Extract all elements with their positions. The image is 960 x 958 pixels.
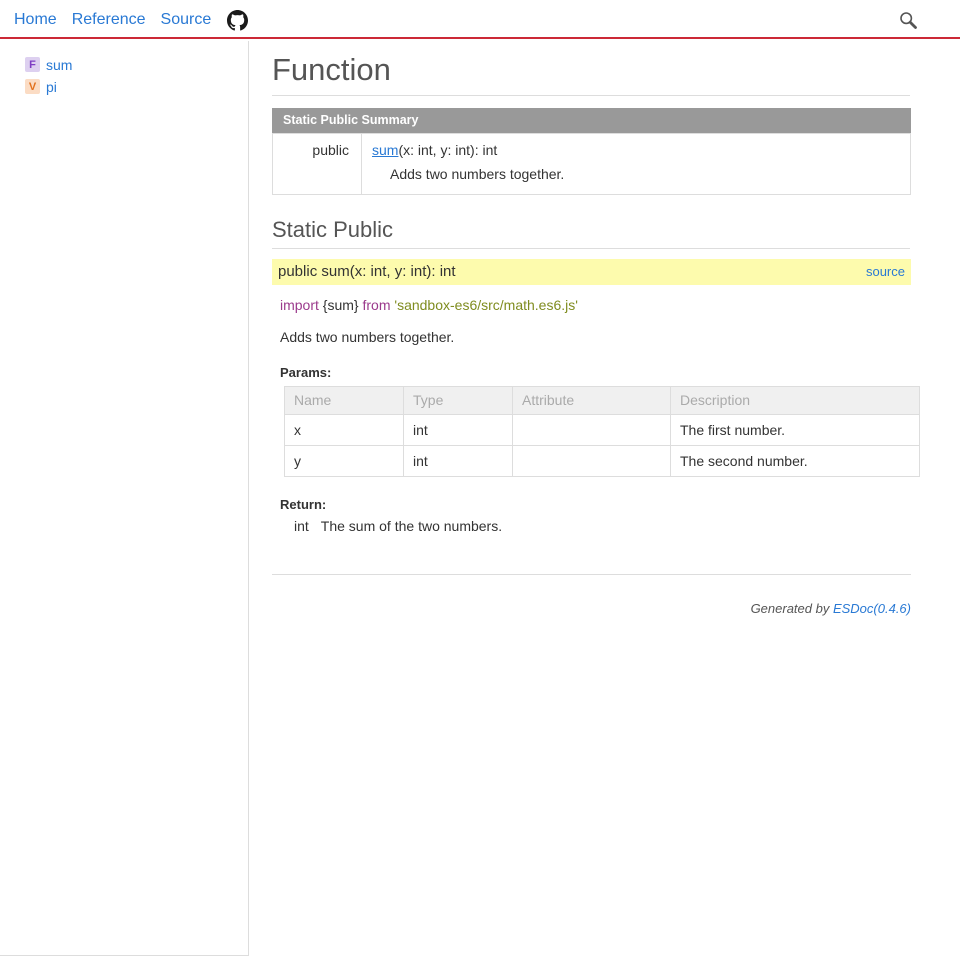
import-statement: import {sum} from 'sandbox-es6/src/math.… — [280, 297, 930, 313]
params-col-description: Description — [670, 386, 920, 415]
summary-signature-cell: sum(x: int, y: int): int Adds two number… — [361, 133, 911, 195]
param-name: x — [284, 414, 404, 446]
static-public-summary-table: Static Public Summary public sum(x: int,… — [272, 108, 911, 195]
params-header-row: Name Type Attribute Description — [284, 386, 920, 415]
summary-description: Adds two numbers together. — [390, 166, 565, 182]
return-value: int The sum of the two numbers. — [294, 518, 930, 534]
param-attribute — [512, 414, 671, 446]
nav-link-source[interactable]: Source — [161, 10, 212, 30]
params-label: Params: — [280, 365, 332, 380]
page-title: Function — [272, 51, 910, 96]
site-header: Home Reference Source — [0, 0, 960, 39]
import-keyword: import — [280, 297, 319, 313]
params-table: Name Type Attribute Description x int Th… — [284, 386, 920, 477]
param-type: int — [403, 445, 513, 477]
return-label: Return: — [280, 497, 327, 512]
summary-signature-args: (x: int, y: int): int — [398, 142, 498, 158]
import-path: 'sandbox-es6/src/math.es6.js' — [390, 297, 578, 313]
param-attribute — [512, 445, 671, 477]
footer-esdoc-link[interactable]: ESDoc(0.4.6) — [833, 601, 911, 616]
table-row: x int The first number. — [284, 414, 920, 446]
param-description: The second number. — [670, 445, 920, 477]
import-binding: {sum} — [318, 297, 363, 313]
summary-access: public — [272, 133, 362, 195]
github-icon[interactable] — [227, 10, 249, 31]
params-col-type: Type — [403, 386, 513, 415]
params-col-name: Name — [284, 386, 404, 415]
return-type: int — [294, 518, 309, 534]
main-content: Function Static Public Summary public su… — [270, 41, 930, 616]
nav-link-home[interactable]: Home — [14, 10, 57, 30]
param-name: y — [284, 445, 404, 477]
table-row: public sum(x: int, y: int): int Adds two… — [272, 133, 911, 195]
source-link[interactable]: source — [866, 264, 905, 279]
page-footer: Generated by ESDoc(0.4.6) — [272, 574, 911, 616]
params-col-attribute: Attribute — [512, 386, 671, 415]
sidebar-item-label[interactable]: sum — [46, 57, 72, 73]
from-keyword: from — [362, 297, 391, 313]
footer-generated-by: Generated by — [750, 601, 833, 616]
nav-link-reference[interactable]: Reference — [72, 10, 146, 30]
function-signature: public sum(x: int, y: int): int — [278, 263, 456, 280]
return-description: The sum of the two numbers. — [320, 518, 503, 534]
sidebar-item-label[interactable]: pi — [46, 79, 57, 95]
section-title-static-public: Static Public — [272, 217, 910, 249]
sidebar-item-pi[interactable]: V pi — [25, 77, 248, 96]
kind-variable-badge: V — [25, 79, 40, 94]
param-description: The first number. — [670, 414, 920, 446]
function-detail-header: public sum(x: int, y: int): int source — [272, 259, 911, 285]
sidebar-item-sum[interactable]: F sum — [25, 55, 248, 74]
primary-nav: Home Reference Source — [14, 9, 249, 31]
search-icon[interactable] — [898, 10, 918, 30]
table-row: y int The second number. — [284, 445, 920, 477]
sidebar-navigation: F sum V pi — [0, 41, 249, 956]
function-description: Adds two numbers together. — [280, 329, 455, 345]
param-type: int — [403, 414, 513, 446]
summary-table-caption: Static Public Summary — [272, 108, 911, 133]
kind-function-badge: F — [25, 57, 40, 72]
summary-function-link[interactable]: sum — [372, 142, 398, 158]
